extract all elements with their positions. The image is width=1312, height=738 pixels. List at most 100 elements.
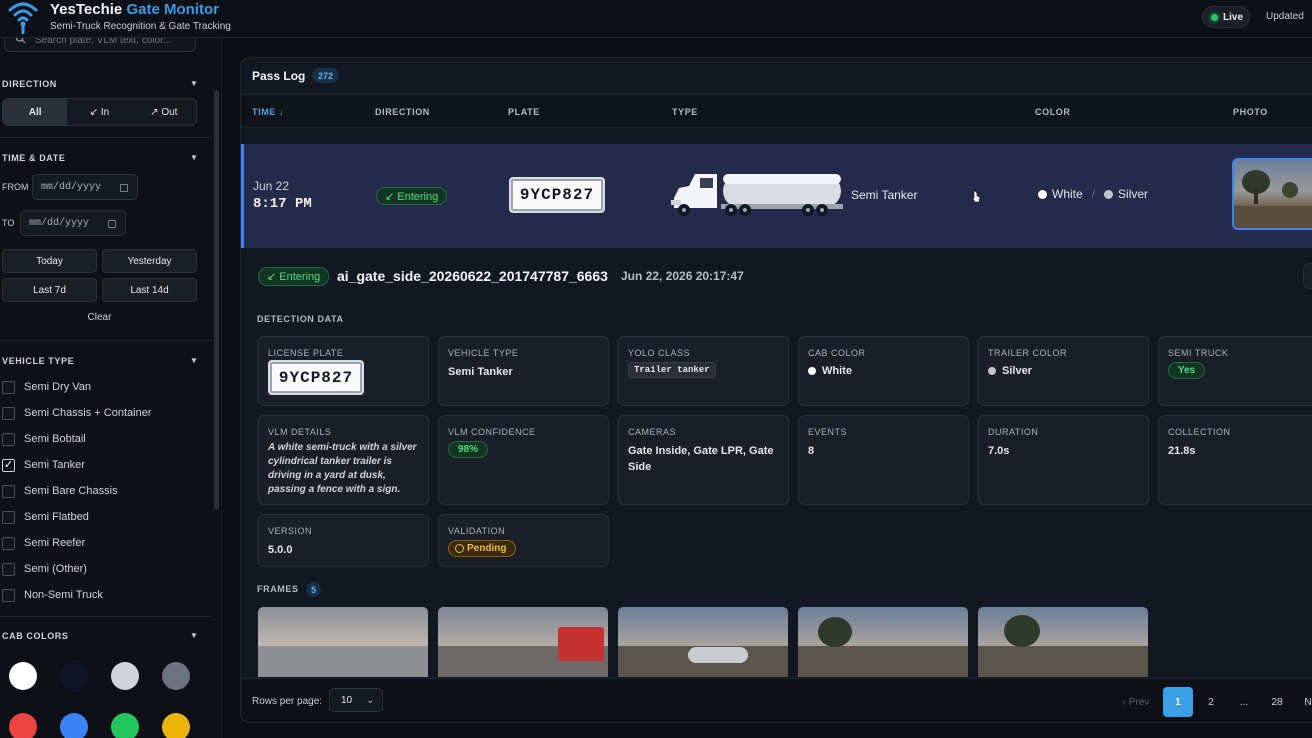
calendar-icon[interactable] (120, 184, 128, 192)
card-label: LICENSE PLATE (268, 348, 344, 358)
color-separator: / (1091, 187, 1096, 201)
column-header-plate[interactable]: PLATE (508, 107, 540, 117)
page-button-1[interactable]: 1 (1163, 687, 1193, 717)
column-header-photo[interactable]: PHOTO (1233, 107, 1268, 117)
next-page-button[interactable]: N (1301, 687, 1312, 717)
semi-truck-card: SEMI TRUCK Yes (1158, 336, 1312, 406)
column-header-type[interactable]: TYPE (672, 107, 698, 117)
section-divider (0, 340, 212, 341)
checkbox[interactable] (2, 432, 15, 446)
updated-label: Updated (1266, 11, 1304, 22)
chevron-down-icon[interactable]: ▼ (190, 631, 198, 640)
cab-color-swatch-red[interactable] (9, 713, 37, 738)
red-truck-cab (558, 627, 604, 661)
last-14d-button[interactable]: Last 14d (102, 278, 197, 302)
frame-thumbnail[interactable] (438, 607, 608, 677)
column-header-direction[interactable]: DIRECTION (375, 107, 430, 117)
collection-card: COLLECTION 21.8s (1158, 415, 1312, 505)
last-7d-button[interactable]: Last 7d (2, 278, 97, 302)
row-photo-thumbnail[interactable] (1232, 158, 1312, 230)
column-header-color[interactable]: COLOR (1035, 107, 1071, 117)
card-label: SEMI TRUCK (1168, 348, 1229, 358)
chevron-down-icon[interactable]: ▼ (190, 153, 198, 162)
clear-dates-button[interactable]: Clear (2, 312, 197, 323)
prev-page-button[interactable]: ‹ Prev (1118, 687, 1154, 717)
from-date-input[interactable]: mm/dd/yyyy (32, 174, 138, 200)
vehicle-type-option[interactable]: ✓ Semi Tanker (2, 457, 85, 473)
vehicle-type-option[interactable]: Semi (Other) (2, 561, 87, 577)
checkbox[interactable] (2, 510, 15, 524)
cab-color-swatch-silver[interactable] (111, 662, 139, 690)
frame-thumbnail[interactable] (618, 607, 788, 677)
card-label: COLLECTION (1168, 427, 1231, 437)
direction-toggle: All ↙ In ↗ Out (2, 98, 197, 126)
search-field[interactable] (4, 38, 196, 52)
cab-color-card: CAB COLOR White (798, 336, 969, 406)
wifi-signal-icon (8, 2, 38, 34)
column-header-time[interactable]: TIME ↓ (252, 107, 284, 117)
vehicle-type-option[interactable]: Semi Flatbed (2, 509, 89, 525)
frame-thumbnail[interactable] (258, 607, 428, 677)
live-status-badge[interactable]: Live (1202, 6, 1250, 28)
chevron-down-icon[interactable]: ▼ (190, 356, 198, 365)
vehicle-type-option[interactable]: Semi Dry Van (2, 379, 91, 395)
card-label: VERSION (268, 526, 313, 536)
direction-section-title: DIRECTION (2, 79, 57, 89)
direction-option-in[interactable]: ↙ In (67, 99, 131, 125)
vehicle-type-option[interactable]: Semi Bare Chassis (2, 483, 118, 499)
table-row-selected[interactable]: Jun 22 8:17 PM ↙ Entering 9YCP827 Semi T… (241, 144, 1312, 248)
vehicle-type-label: Semi Dry Van (24, 381, 92, 393)
chevron-down-icon[interactable]: ▼ (190, 79, 198, 88)
checkbox[interactable] (2, 380, 15, 394)
cab-color-swatch-white[interactable] (9, 662, 37, 690)
detail-action-button[interactable] (1303, 263, 1312, 289)
top-header: YesTechie Gate Monitor Semi-Truck Recogn… (0, 0, 1312, 38)
vehicle-type-option[interactable]: Non-Semi Truck (2, 587, 103, 603)
pass-count-badge: 272 (312, 68, 340, 83)
checkbox[interactable] (2, 484, 15, 498)
direction-option-out[interactable]: ↗ Out (132, 99, 196, 125)
vehicle-type-section-title: VEHICLE TYPE (2, 356, 75, 366)
row-cab-color: White (1052, 187, 1083, 201)
checkbox-checked[interactable]: ✓ (2, 458, 15, 472)
yesterday-button[interactable]: Yesterday (102, 249, 197, 273)
calendar-icon[interactable] (108, 220, 116, 228)
rows-per-page-select[interactable]: 10 ⌄ (329, 688, 383, 712)
checkbox[interactable] (2, 562, 15, 576)
cab-color-swatch-navy[interactable] (60, 662, 88, 690)
checkbox[interactable] (2, 406, 15, 420)
detail-event-id: ai_gate_side_20260622_201747787_6663 (337, 268, 608, 284)
vehicle-type-option[interactable]: Semi Reefer (2, 535, 85, 551)
rows-per-page-value: 10 (341, 694, 353, 706)
pass-log-panel: Pass Log 272 TIME ↓ DIRECTION PLATE TYPE… (240, 57, 1312, 723)
direction-option-all[interactable]: All (3, 99, 68, 125)
card-label: VLM DETAILS (268, 427, 332, 437)
page-button-28[interactable]: 28 (1262, 687, 1292, 717)
cab-color-swatch-yellow[interactable] (162, 713, 190, 738)
checkbox[interactable] (2, 588, 15, 602)
vehicle-type-option[interactable]: Semi Bobtail (2, 431, 86, 447)
today-button[interactable]: Today (2, 249, 97, 273)
card-value: 21.8s (1168, 445, 1196, 457)
detection-data-heading: DETECTION DATA (257, 314, 344, 324)
cab-color-swatch-green[interactable] (111, 713, 139, 738)
cab-color-swatch-blue[interactable] (60, 713, 88, 738)
cab-color-swatch-gray[interactable] (162, 662, 190, 690)
page-button-2[interactable]: 2 (1196, 687, 1226, 717)
trailer-color-value-row: Silver (988, 363, 1032, 379)
frame-thumbnail[interactable] (978, 607, 1148, 677)
search-input[interactable] (35, 38, 185, 47)
frame-thumbnail[interactable] (798, 607, 968, 677)
filter-sidebar: DIRECTION ▼ All ↙ In ↗ Out TIME & DATE ▼… (0, 38, 222, 738)
vehicle-type-option[interactable]: Semi Chassis + Container (2, 405, 151, 421)
vehicle-type-label: Semi (Other) (24, 563, 87, 575)
to-date-input[interactable]: mm/dd/yyyy (20, 210, 126, 236)
card-label: VLM CONFIDENCE (448, 427, 536, 437)
mouse-pointer-icon (971, 189, 981, 203)
vlm-confidence-card: VLM CONFIDENCE 98% (438, 415, 609, 505)
pagination-bar: Rows per page: 10 ⌄ ‹ Prev 1 2 ... 28 N (241, 678, 1312, 722)
checkbox[interactable] (2, 536, 15, 550)
time-date-section-title: TIME & DATE (2, 153, 66, 163)
sidebar-scrollbar[interactable] (214, 90, 219, 510)
to-label: TO (2, 218, 15, 228)
